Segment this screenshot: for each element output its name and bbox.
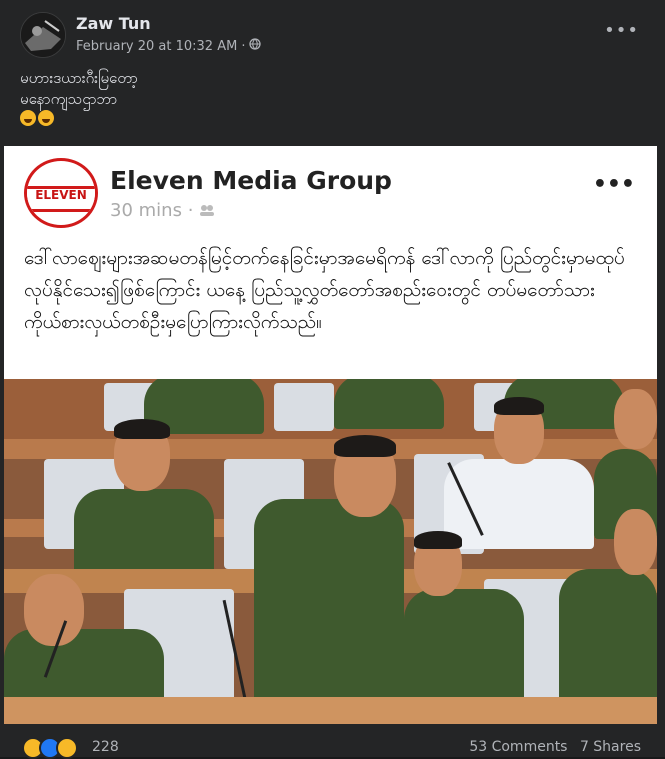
meta-separator: · [241, 38, 246, 54]
shared-post-image[interactable]: ELEVEN Eleven Media Group 30 mins · ••• … [4, 146, 657, 724]
post-footer: 228 53 Comments 7 Shares [0, 730, 665, 759]
shared-post-text: ဒေါ်လာဈေးများအဆမတန်မြင့်တက်နေခြင်းမှာအမေ… [24, 247, 625, 333]
comments-count-link[interactable]: 53 Comments [469, 739, 567, 755]
shares-count-link[interactable]: 7 Shares [580, 739, 641, 755]
wow-reaction-icon [56, 737, 78, 759]
caption-line: မဟားဒယားဂီးမြတော့ [20, 69, 138, 87]
post-more-options-icon[interactable]: ••• [604, 20, 639, 41]
shared-page-name: Eleven Media Group [110, 166, 392, 195]
shared-post-time: 30 mins · [110, 200, 215, 221]
sweat-smile-emoji-icon [20, 110, 36, 126]
post-meta: February 20 at 10:32 AM · [76, 38, 262, 54]
author-name[interactable]: Zaw Tun [76, 14, 151, 33]
globe-icon [249, 38, 262, 54]
post-timestamp[interactable]: February 20 at 10:32 AM [76, 39, 237, 54]
post-stats: 53 Comments 7 Shares [461, 739, 641, 755]
parliament-photo [4, 379, 657, 724]
caption-emojis [20, 110, 138, 126]
eleven-logo-icon: ELEVEN [24, 158, 98, 228]
post-caption: မဟားဒယားဂီးမြတော့ မနောကျသဌာဘာ [20, 68, 138, 126]
author-avatar[interactable] [20, 12, 66, 58]
shared-more-options-icon: ••• [592, 172, 635, 197]
reaction-icons[interactable] [22, 737, 78, 759]
shared-time-text: 30 mins [110, 200, 182, 221]
laughing-emoji-icon [38, 110, 54, 126]
eleven-logo-text: ELEVEN [35, 188, 87, 202]
caption-line: မနောကျသဌာဘာ [20, 90, 118, 108]
shared-time-separator: · [187, 200, 194, 221]
friends-icon [199, 200, 215, 221]
reaction-count[interactable]: 228 [92, 739, 119, 755]
facebook-post: Zaw Tun February 20 at 10:32 AM · ••• မဟ… [0, 0, 665, 759]
post-header: Zaw Tun February 20 at 10:32 AM · ••• [20, 10, 645, 60]
